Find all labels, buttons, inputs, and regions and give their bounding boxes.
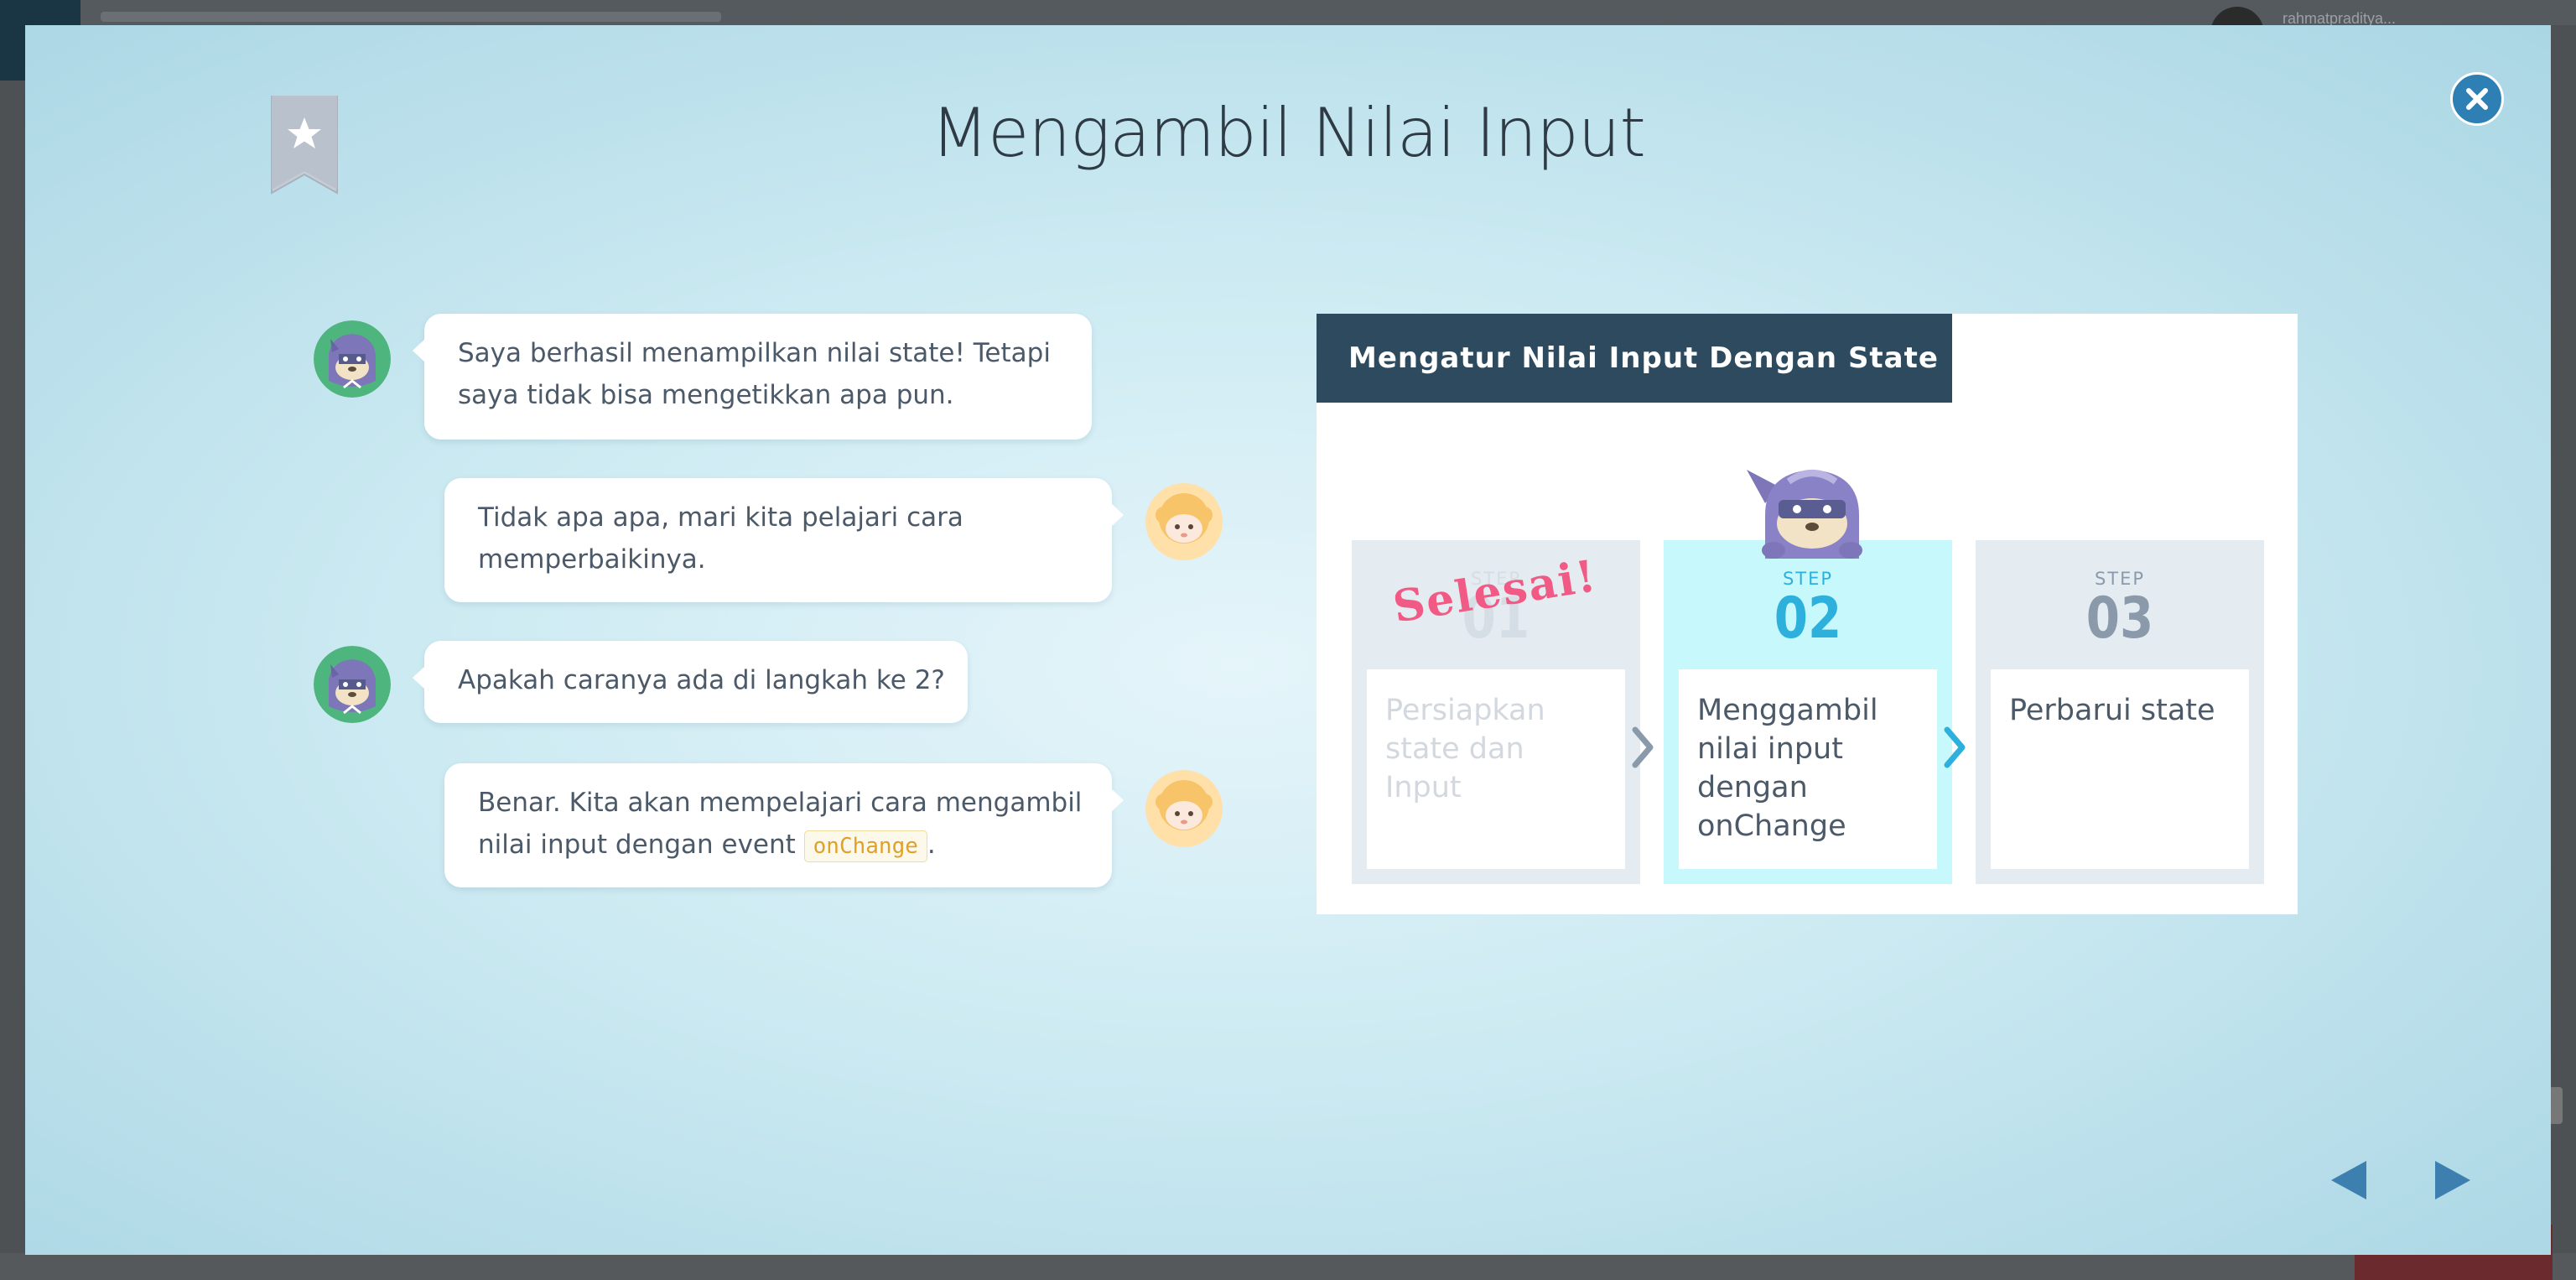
background-bottom-bar <box>0 1253 2576 1280</box>
chat-bubble-ninja-1: Saya berhasil menampilkan nilai state! T… <box>413 314 1092 440</box>
next-slide-button[interactable] <box>2432 1158 2474 1203</box>
chevron-right-icon <box>1944 726 1966 768</box>
chat-text: . <box>927 830 936 860</box>
ninja-avatar <box>314 320 391 398</box>
inline-code: onChange <box>803 830 927 862</box>
sheep-avatar <box>1145 483 1223 560</box>
chevron-right-icon <box>1632 726 1654 768</box>
chat-text: Saya berhasil menampilkan nilai state! T… <box>458 338 1051 368</box>
background-search-bar <box>101 12 721 22</box>
prev-slide-button[interactable] <box>2328 1158 2370 1203</box>
chat-bubble-sheep-1: Tidak apa apa, mari kita pelajari cara m… <box>444 478 1124 602</box>
lesson-slide: Mengatur Nilai Input Dengan State STEP 0… <box>1317 314 2298 914</box>
chat-text: nilai input dengan event <box>478 830 796 860</box>
page-title: Mengambil Nilai Input <box>931 94 1646 172</box>
step-text: Menggambil nilai input dengan onChange <box>1679 669 1937 869</box>
chat-text: Benar. Kita akan mempelajari cara mengam… <box>478 788 1083 818</box>
chat-bubble-ninja-2: Apakah caranya ada di langkah ke 2? <box>413 641 968 723</box>
chat-text: Apakah caranya ada di langkah ke 2? <box>458 665 945 695</box>
background-scrollbar <box>2549 1087 2563 1124</box>
sheep-avatar <box>1145 770 1223 847</box>
ninja-mascot-icon <box>1747 470 1862 559</box>
chat-text: saya tidak bisa mengetikkan apa pun. <box>458 380 954 410</box>
step-card-2: STEP 02 Menggambil nilai input dengan on… <box>1664 540 1952 884</box>
chat-bubble-sheep-2: Benar. Kita akan mempelajari cara mengam… <box>444 763 1124 887</box>
chat-text: memperbaikinya. <box>478 544 706 575</box>
chat-text: Tidak apa apa, mari kita pelajari cara <box>478 502 963 533</box>
step-text: Perbarui state <box>1991 669 2249 869</box>
lesson-modal: Mengambil Nilai Input Saya berhasil mena… <box>25 25 2551 1255</box>
step-number: 03 <box>2085 585 2154 652</box>
slide-header: Mengatur Nilai Input Dengan State <box>1317 314 1952 403</box>
ninja-avatar <box>314 646 391 723</box>
step-number: 02 <box>1774 585 1842 652</box>
step-text: Persiapkan state dan Input <box>1367 669 1625 869</box>
step-card-3: STEP 03 Perbarui state <box>1976 540 2264 884</box>
